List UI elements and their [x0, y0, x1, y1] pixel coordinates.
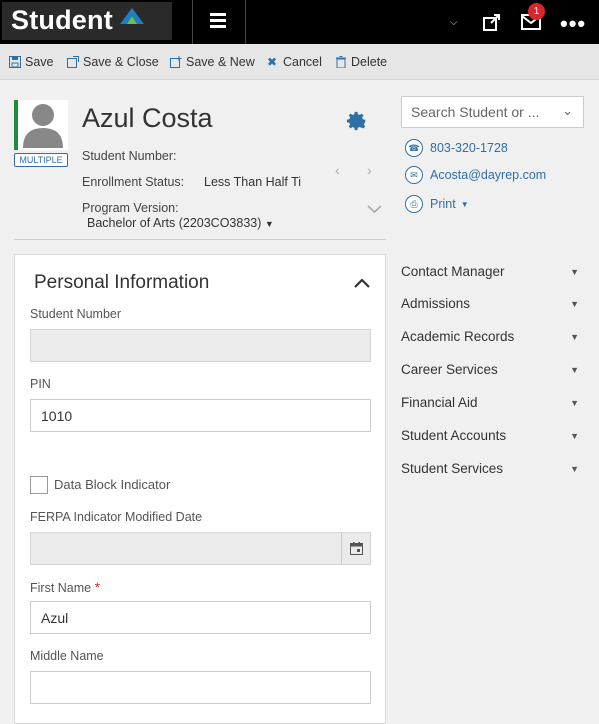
multiple-badge[interactable]: MULTIPLE — [14, 153, 68, 167]
chevron-right-icon[interactable]: › — [367, 162, 372, 178]
print-label: Print — [430, 197, 456, 211]
first-name-input[interactable]: Azul — [30, 601, 371, 634]
caret-down-icon: ▼ — [460, 199, 469, 209]
cancel-label: Cancel — [283, 55, 322, 69]
person-icon — [23, 104, 63, 148]
pin-input[interactable]: 1010 — [30, 399, 371, 432]
calendar-icon — [349, 542, 363, 555]
expand-icon[interactable] — [367, 204, 382, 214]
first-name-label-text: First Name — [30, 581, 92, 595]
phone-number[interactable]: 803-320-1728 — [430, 141, 508, 155]
trash-icon — [336, 56, 346, 68]
menu-student-services[interactable]: Student Services ▼ — [401, 461, 579, 476]
save-button[interactable]: Save — [9, 55, 54, 69]
caret-down-icon: ▼ — [570, 431, 579, 441]
program-version-value: Bachelor of Arts (2203CO3833) — [87, 216, 262, 230]
calendar-button[interactable] — [341, 533, 370, 564]
menu-label: Financial Aid — [401, 395, 478, 410]
cancel-button[interactable]: ✖ Cancel — [267, 55, 322, 69]
brand-name: Student — [11, 5, 113, 35]
caret-down-icon: ▼ — [570, 398, 579, 408]
delete-button[interactable]: Delete — [335, 55, 387, 69]
first-name-label: First Name * — [30, 579, 100, 595]
menu-student-accounts[interactable]: Student Accounts ▼ — [401, 428, 579, 443]
menu-icon[interactable] — [210, 13, 226, 29]
middle-name-input[interactable] — [30, 671, 371, 704]
chevron-left-icon[interactable]: ‹ — [335, 162, 340, 178]
student-search[interactable]: Search Student or ... ⌄ — [401, 96, 584, 128]
middle-name-label: Middle Name — [30, 649, 104, 663]
panel-title: Personal Information — [34, 272, 210, 293]
student-number-label: Student Number: — [82, 149, 177, 163]
menu-label: Student Accounts — [401, 428, 507, 443]
save-close-icon — [67, 56, 79, 68]
menu-label: Academic Records — [401, 329, 515, 344]
caret-down-icon: ▼ — [570, 332, 579, 342]
caret-down-icon: ▼ — [570, 267, 579, 277]
menu-admissions[interactable]: Admissions ▼ — [401, 296, 579, 311]
enrollment-status-value: Less Than Half Ti — [204, 175, 302, 189]
menu-academic-records[interactable]: Academic Records ▼ — [401, 329, 579, 344]
phone-link[interactable]: ☎ 803-320-1728 — [405, 139, 508, 157]
menu-label: Admissions — [401, 296, 471, 311]
email-address[interactable]: Acosta@dayrep.com — [430, 168, 546, 182]
divider — [192, 0, 193, 44]
field-value: Azul — [41, 610, 69, 626]
action-toolbar: Save Save & Close Save & New ✖ Cancel De… — [0, 44, 599, 80]
email-link[interactable]: ✉ Acosta@dayrep.com — [405, 166, 546, 184]
caret-down-icon: ▼ — [570, 365, 579, 375]
caret-down-icon: ▼ — [570, 464, 579, 474]
menu-label: Career Services — [401, 362, 498, 377]
save-new-label: Save & New — [186, 55, 255, 69]
save-close-button[interactable]: Save & Close — [67, 55, 159, 69]
notification-badge: 1 — [528, 3, 545, 20]
field-value: 1010 — [41, 408, 73, 424]
data-block-label[interactable]: Data Block Indicator — [54, 477, 170, 492]
program-version-select[interactable]: Bachelor of Arts (2203CO3833) ▼ — [87, 216, 274, 230]
external-link-icon[interactable] — [482, 12, 502, 32]
save-new-icon — [170, 56, 182, 68]
chevron-down-icon[interactable]: ⌄ — [562, 103, 573, 119]
required-marker: * — [94, 579, 101, 595]
enrollment-status-label: Enrollment Status: — [82, 175, 185, 189]
divider — [245, 0, 246, 44]
chevron-down-icon[interactable]: ⌵ — [450, 17, 458, 28]
save-icon — [9, 56, 21, 68]
header-divider — [14, 239, 386, 240]
caret-down-icon: ▼ — [570, 299, 579, 309]
personal-information-panel: Personal Information Student Number PIN … — [14, 254, 386, 724]
save-label: Save — [25, 55, 54, 69]
print-button[interactable]: ⎙ Print ▼ — [405, 195, 469, 213]
close-icon: ✖ — [267, 55, 278, 69]
menu-financial-aid[interactable]: Financial Aid ▼ — [401, 395, 579, 410]
more-icon[interactable]: ••• — [560, 11, 586, 37]
save-close-label: Save & Close — [83, 55, 159, 69]
menu-contact-manager[interactable]: Contact Manager ▼ — [401, 264, 579, 279]
data-block-checkbox[interactable] — [30, 476, 48, 494]
chevron-up-icon[interactable] — [353, 277, 371, 289]
caret-down-icon: ▼ — [264, 219, 274, 229]
pin-label: PIN — [30, 377, 51, 391]
brand-logo-icon — [120, 8, 144, 24]
print-icon: ⎙ — [405, 195, 423, 213]
phone-icon: ☎ — [405, 139, 423, 157]
menu-career-services[interactable]: Career Services ▼ — [401, 362, 579, 377]
search-input[interactable]: Search Student or ... — [411, 104, 539, 120]
avatar[interactable] — [14, 100, 68, 150]
menu-label: Contact Manager — [401, 264, 505, 279]
delete-label: Delete — [351, 55, 388, 69]
menu-label: Student Services — [401, 461, 504, 476]
brand[interactable]: Student — [2, 2, 172, 40]
student-name: Azul Costa — [82, 103, 213, 133]
program-version-label: Program Version: — [82, 201, 179, 215]
student-number-field-label: Student Number — [30, 307, 122, 321]
mail-icon: ✉ — [405, 166, 423, 184]
ferpa-date-label: FERPA Indicator Modified Date — [30, 510, 203, 524]
student-number-input — [30, 329, 371, 362]
ferpa-date-input — [30, 532, 371, 565]
top-bar: Student ⌵ 1 ••• — [0, 0, 599, 44]
save-new-button[interactable]: Save & New — [170, 55, 255, 69]
gear-icon[interactable] — [346, 110, 368, 132]
